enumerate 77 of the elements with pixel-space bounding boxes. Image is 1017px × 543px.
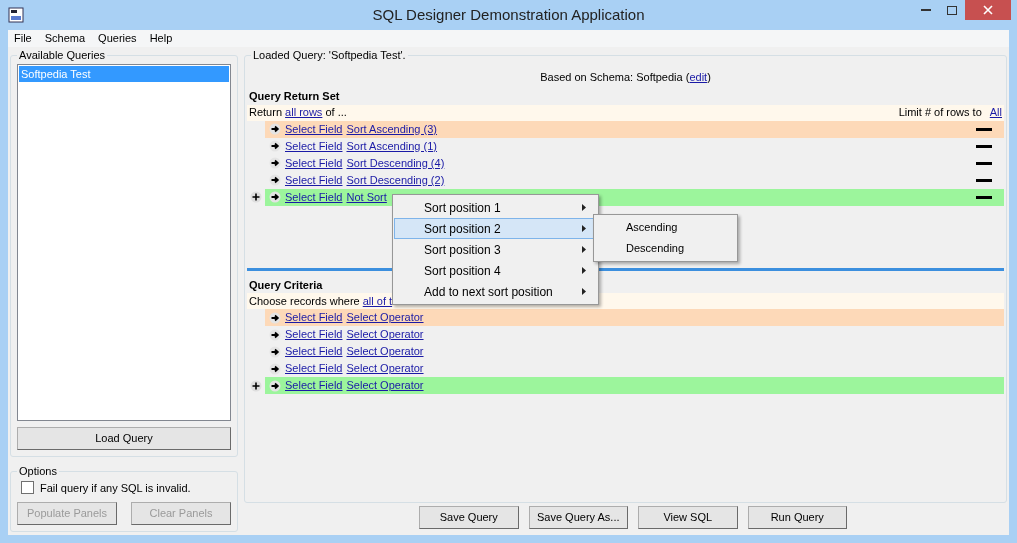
sort-link[interactable]: Not Sort bbox=[346, 188, 387, 206]
limit-link[interactable]: All bbox=[989, 104, 1002, 121]
remove-icon[interactable] bbox=[976, 144, 992, 148]
action-button[interactable]: Load Query bbox=[17, 427, 231, 450]
checkbox[interactable] bbox=[21, 481, 34, 495]
menu-entry[interactable]: Sort position 1 bbox=[394, 197, 597, 218]
arrow-icon[interactable] bbox=[269, 328, 281, 341]
sort-link[interactable]: Sort Descending (4) bbox=[346, 154, 445, 172]
menu-entry[interactable]: Add to next sort position bbox=[394, 281, 597, 302]
field-link[interactable]: Select Field bbox=[285, 326, 343, 343]
remove-icon[interactable] bbox=[976, 127, 992, 131]
plus-icon[interactable] bbox=[250, 191, 262, 203]
edit-link[interactable]: edit bbox=[689, 70, 708, 83]
arrow-icon[interactable] bbox=[269, 123, 281, 135]
section-title: Query Return Set bbox=[249, 89, 340, 104]
menu-item[interactable]: Schema bbox=[44, 30, 86, 47]
action-button[interactable]: Save Query bbox=[419, 506, 519, 529]
maximize-icon bbox=[947, 5, 957, 15]
operator-link[interactable]: Select Operator bbox=[346, 360, 424, 377]
action-button[interactable]: View SQL bbox=[638, 506, 738, 529]
arrow-icon[interactable] bbox=[269, 174, 281, 186]
action-button[interactable]: Run Query bbox=[747, 506, 847, 529]
return-text: Return all rows of ... bbox=[249, 105, 347, 121]
section-title: Query Criteria bbox=[249, 277, 323, 293]
arrow-icon[interactable] bbox=[269, 191, 281, 203]
checkbox-label: Fail query if any SQL is invalid. bbox=[40, 480, 191, 496]
menu-item[interactable]: Help bbox=[149, 30, 173, 47]
schema-text: Based on Schema: Softpedia (edit) bbox=[539, 69, 712, 85]
action-button[interactable]: Save Query As... bbox=[528, 506, 628, 529]
operator-link[interactable]: Select Operator bbox=[346, 326, 424, 343]
operator-link[interactable]: Select Operator bbox=[346, 343, 424, 360]
menu-entry[interactable]: Descending bbox=[594, 238, 737, 259]
criteria-text: Choose records where all of t bbox=[249, 293, 393, 309]
field-link[interactable]: Select Field bbox=[285, 154, 343, 172]
rows-link[interactable]: all rows bbox=[285, 106, 323, 119]
arrow-icon[interactable] bbox=[269, 379, 281, 392]
field-link[interactable]: Select Field bbox=[285, 171, 343, 189]
field-link[interactable]: Select Field bbox=[285, 120, 343, 138]
menu-item[interactable]: File bbox=[14, 30, 32, 47]
menu-item[interactable]: Queries bbox=[98, 30, 137, 47]
menu-entry[interactable]: Sort position 3 bbox=[394, 239, 597, 260]
submenu-arrow-icon bbox=[582, 246, 586, 253]
menu-entry[interactable]: Ascending bbox=[594, 217, 737, 238]
limit-label: Limit # of rows to bbox=[898, 105, 982, 121]
field-link[interactable]: Select Field bbox=[285, 360, 343, 377]
submenu-arrow-icon bbox=[582, 225, 586, 232]
group-title: Available Queries bbox=[18, 48, 106, 63]
sort-link[interactable]: Sort Ascending (1) bbox=[346, 137, 437, 155]
arrow-icon[interactable] bbox=[269, 362, 281, 375]
plus-icon[interactable] bbox=[250, 379, 262, 392]
group-title: Loaded Query: 'Softpedia Test'. bbox=[252, 48, 407, 63]
submenu-arrow-icon bbox=[582, 267, 586, 274]
arrow-icon[interactable] bbox=[269, 345, 281, 358]
remove-icon[interactable] bbox=[976, 161, 992, 165]
operator-link[interactable]: Select Operator bbox=[346, 309, 424, 326]
arrow-icon[interactable] bbox=[269, 157, 281, 169]
sort-link[interactable]: Sort Descending (2) bbox=[346, 171, 445, 189]
field-link[interactable]: Select Field bbox=[285, 377, 343, 394]
field-link[interactable]: Select Field bbox=[285, 188, 343, 206]
arrow-icon[interactable] bbox=[269, 140, 281, 152]
operator-link[interactable]: Select Operator bbox=[346, 377, 424, 394]
close-icon bbox=[983, 5, 993, 15]
criteria-link[interactable]: all of t bbox=[362, 294, 393, 307]
minimize-icon bbox=[921, 8, 931, 12]
sort-link[interactable]: Sort Ascending (3) bbox=[346, 120, 437, 138]
remove-icon[interactable] bbox=[976, 178, 992, 182]
submenu-arrow-icon bbox=[582, 204, 586, 211]
field-link[interactable]: Select Field bbox=[285, 309, 343, 326]
menu-entry[interactable]: Sort position 4 bbox=[394, 260, 597, 281]
field-link[interactable]: Select Field bbox=[285, 343, 343, 360]
remove-icon[interactable] bbox=[976, 195, 992, 199]
field-link[interactable]: Select Field bbox=[285, 137, 343, 155]
group-title: Options bbox=[18, 464, 58, 479]
window-title: SQL Designer Demonstration Application bbox=[372, 4, 645, 25]
submenu-arrow-icon bbox=[582, 288, 586, 295]
app-icon bbox=[8, 7, 24, 23]
arrow-icon[interactable] bbox=[269, 311, 281, 324]
